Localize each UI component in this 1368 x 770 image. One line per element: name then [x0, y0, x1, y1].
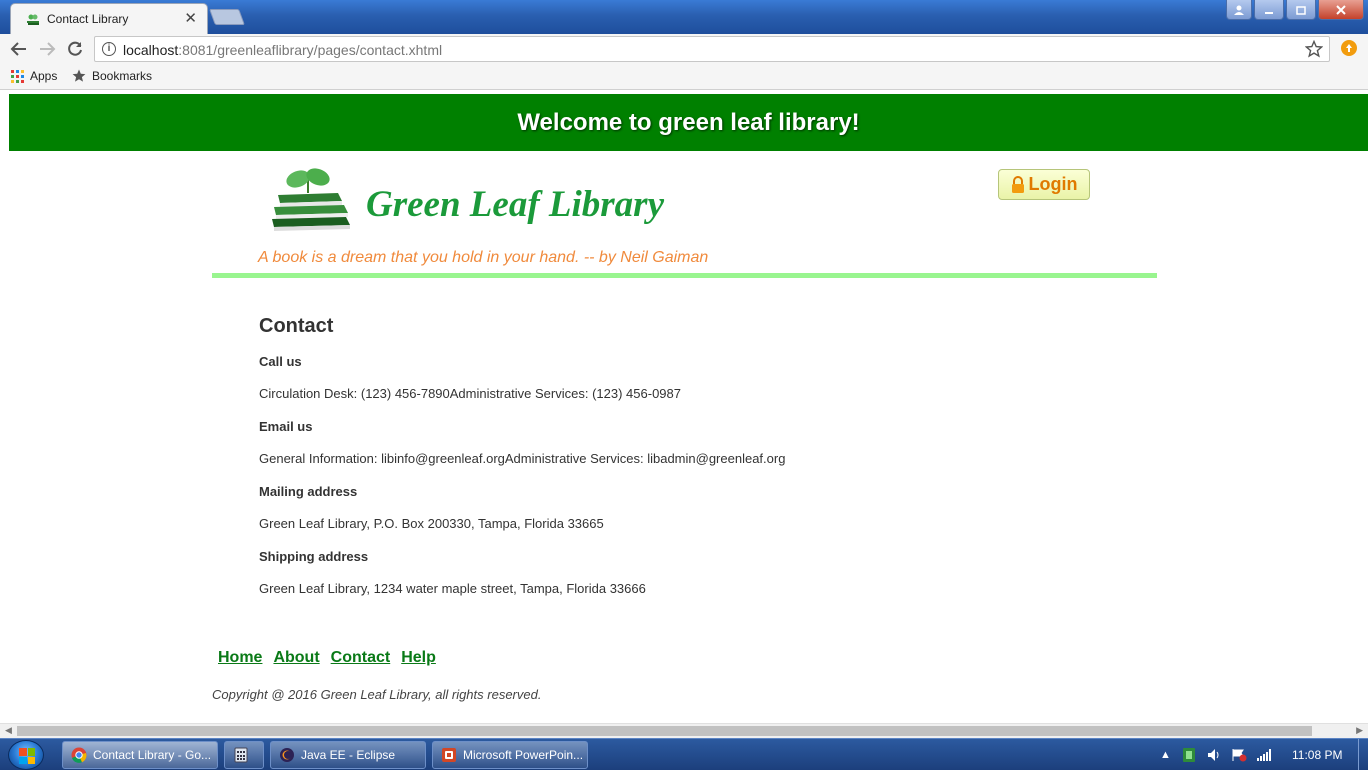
- minimize-button[interactable]: [1254, 0, 1284, 20]
- page-viewport: Welcome to green leaf library! Green Lea…: [0, 91, 1368, 723]
- signal-strength-icon[interactable]: [1256, 749, 1271, 761]
- url-path: :8081/greenleaflibrary/pages/contact.xht…: [178, 42, 443, 58]
- scrollbar-thumb[interactable]: [17, 726, 1312, 736]
- url-text: localhost:8081/greenleaflibrary/pages/co…: [123, 42, 442, 58]
- system-tray: ▲: [1160, 747, 1271, 763]
- taskbar-clock[interactable]: 11:08 PM: [1292, 748, 1342, 762]
- site-info-icon[interactable]: i: [102, 42, 116, 56]
- network-monitor-icon[interactable]: [1181, 747, 1197, 763]
- footer-link-home[interactable]: Home: [218, 649, 262, 667]
- email-us-value: General Information: libinfo@greenleaf.o…: [259, 451, 786, 466]
- window-titlebar: Contact Library ✕: [0, 0, 1368, 34]
- taskbar-item-eclipse[interactable]: Java EE - Eclipse: [270, 741, 426, 769]
- url-host: localhost: [123, 42, 179, 58]
- bookmark-apps[interactable]: Apps: [11, 69, 57, 83]
- lock-icon: [1011, 175, 1024, 193]
- windows-logo-icon: [19, 748, 35, 764]
- taskbar-item-powerpoint-label: Microsoft PowerPoin...: [463, 748, 584, 762]
- bookmark-star-icon[interactable]: [1305, 40, 1323, 58]
- scroll-left-icon[interactable]: ◀: [5, 725, 12, 736]
- bookmark-bookmarks[interactable]: Bookmarks: [72, 69, 152, 83]
- quote-text: A book is a dream that you hold in your …: [258, 249, 709, 266]
- taskbar-item-eclipse-label: Java EE - Eclipse: [301, 748, 396, 762]
- reload-icon[interactable]: [66, 40, 84, 58]
- eclipse-icon: [280, 748, 294, 762]
- books-logo-icon: [272, 168, 350, 231]
- back-arrow-icon[interactable]: [10, 40, 28, 58]
- restore-button[interactable]: [1286, 0, 1316, 20]
- volume-icon[interactable]: [1207, 748, 1221, 762]
- scroll-right-icon[interactable]: ▶: [1356, 725, 1363, 736]
- calculator-icon: [234, 747, 248, 763]
- tab-close-icon[interactable]: ✕: [184, 9, 197, 27]
- copyright-text: Copyright @ 2016 Green Leaf Library, all…: [212, 687, 542, 702]
- chrome-icon: [71, 747, 87, 763]
- footer-nav: Home About Contact Help: [218, 649, 436, 667]
- tray-expand-icon[interactable]: ▲: [1160, 749, 1171, 761]
- taskbar-item-chrome[interactable]: Contact Library - Go...: [62, 741, 218, 769]
- mailing-address-label: Mailing address: [259, 484, 358, 499]
- bookmarks-bar: Apps Bookmarks: [0, 64, 1368, 90]
- user-profile-icon[interactable]: [1226, 0, 1252, 20]
- action-center-flag-icon[interactable]: [1231, 748, 1247, 762]
- close-window-button[interactable]: [1318, 0, 1364, 20]
- call-us-label: Call us: [259, 354, 302, 369]
- call-us-value: Circulation Desk: (123) 456-7890Administ…: [259, 386, 681, 401]
- footer-link-contact[interactable]: Contact: [331, 649, 391, 667]
- login-button[interactable]: Login: [998, 169, 1090, 200]
- bookmark-bookmarks-label: Bookmarks: [92, 69, 153, 83]
- start-button[interactable]: [8, 740, 44, 770]
- taskbar-item-chrome-label: Contact Library - Go...: [93, 748, 212, 762]
- horizontal-scrollbar[interactable]: ◀ ▶: [0, 723, 1368, 738]
- new-tab-button[interactable]: [209, 9, 245, 25]
- library-logo-text: Green Leaf Library: [366, 184, 664, 225]
- footer-link-about[interactable]: About: [273, 649, 319, 667]
- login-label: Login: [1028, 174, 1078, 194]
- star-icon: [72, 69, 86, 82]
- forward-arrow-icon[interactable]: [38, 40, 56, 58]
- shipping-address-label: Shipping address: [259, 549, 369, 564]
- header-divider: [212, 273, 1157, 278]
- footer-link-help[interactable]: Help: [401, 649, 436, 667]
- page-title: Contact: [259, 315, 334, 337]
- apps-grid-icon: [11, 69, 24, 83]
- contact-content: Contact Call us Circulation Desk: (123) …: [259, 315, 959, 614]
- taskbar-item-powerpoint[interactable]: Microsoft PowerPoin...: [432, 741, 588, 769]
- show-desktop-button[interactable]: [1358, 739, 1368, 770]
- email-us-label: Email us: [259, 419, 313, 434]
- shipping-address-value: Green Leaf Library, 1234 water maple str…: [259, 581, 646, 596]
- powerpoint-icon: [442, 748, 456, 762]
- welcome-banner: Welcome to green leaf library!: [9, 94, 1368, 151]
- taskbar-item-calculator[interactable]: [224, 741, 264, 769]
- windows-taskbar: Contact Library - Go... Java EE - Eclips…: [0, 738, 1368, 770]
- address-bar[interactable]: i localhost:8081/greenleaflibrary/pages/…: [94, 36, 1330, 62]
- bookmark-apps-label: Apps: [30, 69, 58, 83]
- browser-toolbar: i localhost:8081/greenleaflibrary/pages/…: [0, 34, 1368, 64]
- browser-tab[interactable]: Contact Library ✕: [10, 3, 208, 34]
- mailing-address-value: Green Leaf Library, P.O. Box 200330, Tam…: [259, 516, 604, 531]
- extension-icon[interactable]: [1341, 40, 1357, 56]
- tab-title: Contact Library: [47, 12, 129, 26]
- library-favicon-icon: [27, 14, 39, 25]
